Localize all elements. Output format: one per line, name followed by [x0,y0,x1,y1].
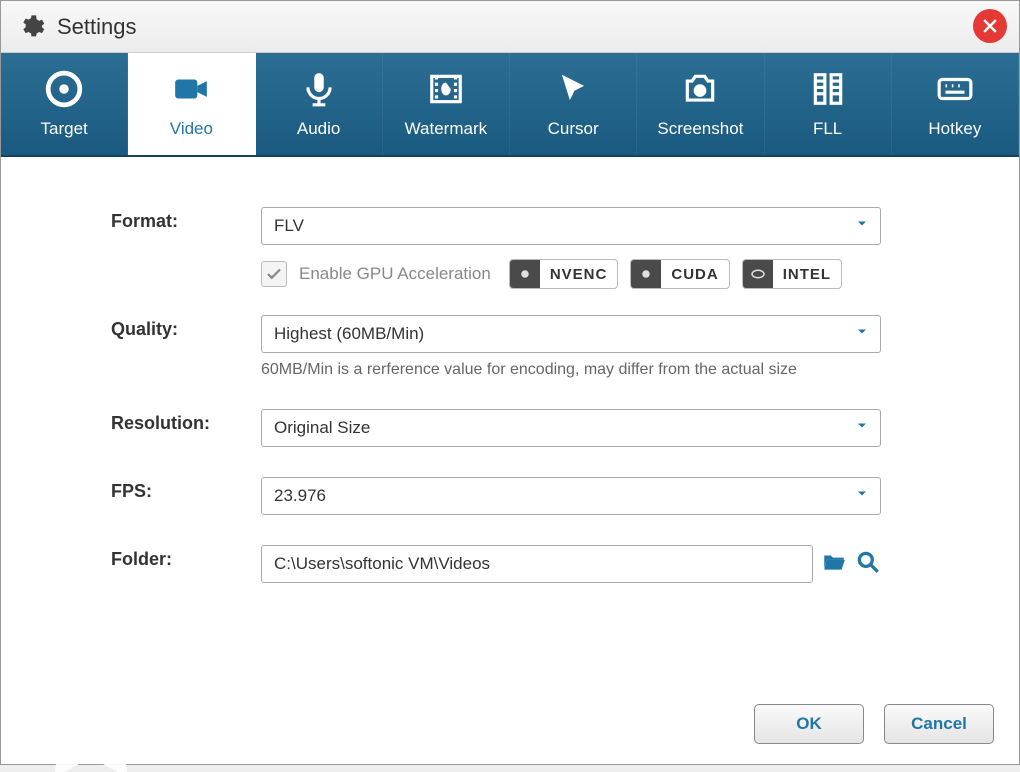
tab-watermark[interactable]: Watermark [383,53,510,155]
folder-value: C:\Users\softonic VM\Videos [274,554,490,574]
tab-label: Hotkey [928,119,981,139]
tab-label: FLL [813,119,842,139]
badge-cuda: CUDA [630,259,729,289]
tab-label: Target [41,119,88,139]
chevron-down-icon [854,324,870,345]
tab-label: Video [170,119,213,139]
watermark-text: softonic.com [175,649,614,736]
quality-value: Highest (60MB/Min) [274,324,424,344]
folder-input[interactable]: C:\Users\softonic VM\Videos [261,545,813,583]
gear-icon [17,13,45,41]
chevron-down-icon [854,418,870,439]
tab-label: Screenshot [657,119,743,139]
resolution-value: Original Size [274,418,370,438]
fps-label: FPS: [111,477,261,502]
tab-audio[interactable]: Audio [256,53,383,155]
gpu-label: Enable GPU Acceleration [299,264,491,284]
content-panel: Format: FLV Enable GPU Acceleration NVEN… [1,157,1019,583]
video-icon [171,69,211,109]
cursor-icon [553,69,593,109]
chevron-down-icon [854,486,870,507]
badge-intel: INTEL [742,259,842,289]
close-button[interactable] [973,9,1007,43]
tab-screenshot[interactable]: Screenshot [637,53,764,155]
keyboard-icon [935,69,975,109]
fps-select[interactable]: 23.976 [261,477,881,515]
intel-icon [743,260,773,288]
tab-target[interactable]: Target [1,53,128,155]
tab-cursor[interactable]: Cursor [510,53,637,155]
fps-value: 23.976 [274,486,326,506]
tab-hotkey[interactable]: Hotkey [892,53,1019,155]
camera-icon [680,69,720,109]
film-icon [808,69,848,109]
resolution-label: Resolution: [111,409,261,434]
softonic-watermark: softonic.com [1,612,614,772]
gpu-checkbox[interactable] [261,261,287,287]
format-value: FLV [274,216,304,236]
quality-label: Quality: [111,315,261,340]
cancel-button[interactable]: Cancel [884,704,994,744]
nvidia-icon [510,260,540,288]
target-icon [44,69,84,109]
footer: OK Cancel [754,704,994,744]
tab-video[interactable]: Video [128,53,255,155]
badge-nvenc: NVENC [509,259,619,289]
search-icon[interactable] [855,549,881,580]
quality-select[interactable]: Highest (60MB/Min) [261,315,881,353]
tab-label: Watermark [405,119,488,139]
folder-open-icon[interactable] [821,549,847,580]
quality-hint: 60MB/Min is a rerference value for encod… [261,361,881,379]
tabstrip: Target Video Audio Watermark Cursor Scre… [1,53,1019,157]
format-select[interactable]: FLV [261,207,881,245]
resolution-select[interactable]: Original Size [261,409,881,447]
chevron-down-icon [854,216,870,237]
window-title: Settings [57,14,137,40]
tab-label: Audio [297,119,340,139]
nvidia-icon [631,260,661,288]
titlebar: Settings [1,1,1019,53]
tab-fll[interactable]: FLL [765,53,892,155]
microphone-icon [299,69,339,109]
tab-label: Cursor [548,119,599,139]
format-label: Format: [111,207,261,232]
folder-label: Folder: [111,545,261,570]
settings-window: Settings Target Video Audio Watermark Cu… [0,0,1020,765]
gpu-row: Enable GPU Acceleration NVENC CUDA INTEL [261,259,881,289]
watermark-icon [426,69,466,109]
ok-button[interactable]: OK [754,704,864,744]
